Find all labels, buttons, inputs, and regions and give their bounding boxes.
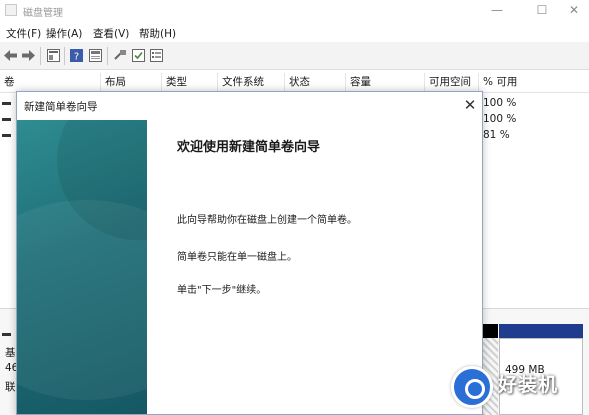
wizard-description: 此向导帮助你在磁盘上创建一个简单卷。 xyxy=(177,215,357,226)
connect-icon[interactable] xyxy=(113,48,128,63)
watermark-logo-icon xyxy=(451,366,493,408)
volume-row-icon xyxy=(2,102,11,105)
table-cell-percent-free[interactable]: 100 % xyxy=(483,113,516,125)
wizard-note: 简单卷只能在单一磁盘上。 xyxy=(177,252,297,263)
column-volume[interactable]: 卷 xyxy=(0,73,101,93)
wizard-title: 新建简单卷向导 xyxy=(24,101,98,113)
list-icon[interactable] xyxy=(149,48,164,63)
column-layout[interactable]: 布局 xyxy=(101,73,162,93)
menu-bar: 文件(F) 操作(A) 查看(V) 帮助(H) xyxy=(0,22,589,42)
wizard-titlebar: 新建简单卷向导 ✕ xyxy=(17,92,482,120)
column-file-system[interactable]: 文件系统 xyxy=(218,73,285,93)
toolbar: ? xyxy=(0,42,589,70)
volume-row-icon xyxy=(2,118,11,121)
check-icon[interactable] xyxy=(131,48,146,63)
table-cell-percent-free[interactable]: 100 % xyxy=(483,97,516,109)
svg-text:?: ? xyxy=(74,52,79,63)
close-button[interactable]: ✕ xyxy=(552,0,589,22)
disk-icon xyxy=(2,333,11,336)
disk-label-status: 联 xyxy=(5,381,16,393)
toolbar-separator xyxy=(64,47,65,65)
disk-management-icon xyxy=(5,4,17,16)
column-percent-free[interactable]: % 可用 xyxy=(479,73,589,93)
new-simple-volume-wizard: 新建简单卷向导 ✕ 欢迎使用新建简单卷向导 此向导帮助你在磁盘上创建一个简单卷。… xyxy=(16,91,483,415)
column-free-space[interactable]: 可用空间 xyxy=(425,73,479,93)
partition-header xyxy=(483,324,498,338)
minimize-button[interactable]: — xyxy=(475,0,519,22)
forward-icon[interactable] xyxy=(21,48,36,63)
column-capacity[interactable]: 容量 xyxy=(346,73,425,93)
partition-header-primary xyxy=(499,324,583,338)
refresh-icon[interactable] xyxy=(88,48,103,63)
column-status[interactable]: 状态 xyxy=(285,73,346,93)
menu-action[interactable]: 操作(A) xyxy=(46,26,82,41)
menu-view[interactable]: 查看(V) xyxy=(93,26,129,41)
table-cell-percent-free[interactable]: 81 % xyxy=(483,129,510,141)
column-type[interactable]: 类型 xyxy=(162,73,218,93)
toolbar-separator xyxy=(107,47,108,65)
window-title: 磁盘管理 xyxy=(23,8,63,19)
volume-table-header: 卷 布局 类型 文件系统 状态 容量 可用空间 % 可用 xyxy=(0,73,589,93)
watermark-text: 好装机 xyxy=(498,374,559,396)
wizard-banner-image xyxy=(17,120,147,414)
wizard-instruction: 单击"下一步"继续。 xyxy=(177,285,267,296)
wizard-heading: 欢迎使用新建简单卷向导 xyxy=(177,140,321,155)
window-titlebar: 磁盘管理 — ☐ ✕ xyxy=(0,0,589,22)
properties-icon[interactable] xyxy=(46,48,61,63)
help-icon[interactable]: ? xyxy=(69,48,84,63)
wizard-close-button[interactable]: ✕ xyxy=(460,95,480,115)
menu-file[interactable]: 文件(F) xyxy=(6,26,41,41)
back-icon[interactable] xyxy=(3,48,18,63)
volume-row-icon xyxy=(2,134,11,137)
menu-help[interactable]: 帮助(H) xyxy=(139,26,176,41)
disk-label-type: 基 xyxy=(5,347,16,359)
toolbar-separator xyxy=(40,47,41,65)
